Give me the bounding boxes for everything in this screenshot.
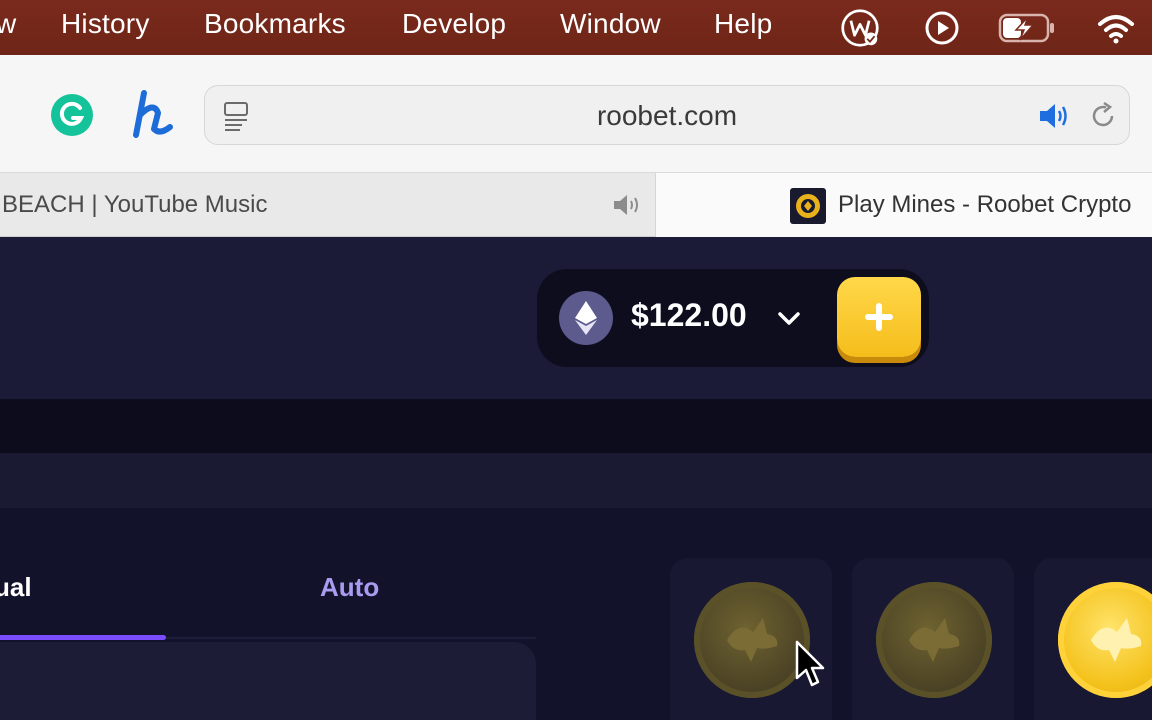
address-bar[interactable]: roobet.com [204,85,1130,145]
tab-auto[interactable]: Auto [320,572,379,603]
menu-item-bookmarks[interactable]: Bookmarks [204,8,346,40]
tab-title: Play Mines - Roobet Crypto [838,191,1132,218]
menu-item-develop[interactable]: Develop [402,8,506,40]
speaker-muted-icon[interactable] [610,191,644,219]
deposit-button[interactable] [837,277,921,357]
mines-game-area: ual Auto [0,508,1152,720]
reload-icon[interactable] [1087,100,1119,132]
menu-item-help[interactable]: Help [714,8,772,40]
menu-item-view[interactable]: w [0,8,16,40]
tab-youtube-music[interactable]: BEACH | YouTube Music [0,173,656,237]
mine-tile[interactable] [1034,558,1152,720]
roo-coin-icon [694,582,810,698]
play-circle-icon[interactable] [922,8,962,48]
speaker-icon[interactable] [1037,100,1071,132]
mine-tile[interactable] [852,558,1014,720]
bet-input-panel[interactable] [0,642,536,720]
honey-icon[interactable] [130,89,176,139]
tab-track [166,637,536,639]
chevron-down-icon[interactable] [775,305,803,333]
ethereum-icon [559,291,613,345]
tab-bar: BEACH | YouTube Music Play Mines - Roobe… [0,173,1152,237]
menu-item-history[interactable]: History [61,8,150,40]
tab-title: BEACH | YouTube Music [2,191,268,218]
macos-menu-bar: w History Bookmarks Develop Window Help [0,0,1152,55]
balance-amount: $122.00 [631,297,747,333]
web-clip-icon[interactable] [840,8,880,48]
nav-strip [0,399,1152,453]
mine-tile[interactable] [670,558,832,720]
browser-toolbar: roobet.com [0,55,1152,173]
grammarly-icon[interactable] [50,93,94,137]
wallet-balance-widget[interactable]: $122.00 [537,269,929,367]
roobet-favicon [790,188,826,224]
roo-coin-icon [1058,582,1152,698]
plus-icon [865,303,893,331]
site-header: $122.00 [0,237,1152,399]
address-text[interactable]: roobet.com [205,100,1129,132]
wifi-icon[interactable] [1096,8,1136,48]
tab-manual[interactable]: ual [0,572,32,603]
menu-item-window[interactable]: Window [560,8,661,40]
game-title-strip [0,453,1152,508]
tab-roobet-mines[interactable]: Play Mines - Roobet Crypto [656,173,1152,237]
battery-charging-icon[interactable] [996,8,1058,48]
mouse-cursor-icon [795,640,825,687]
active-tab-indicator [0,635,166,640]
roo-coin-icon [876,582,992,698]
